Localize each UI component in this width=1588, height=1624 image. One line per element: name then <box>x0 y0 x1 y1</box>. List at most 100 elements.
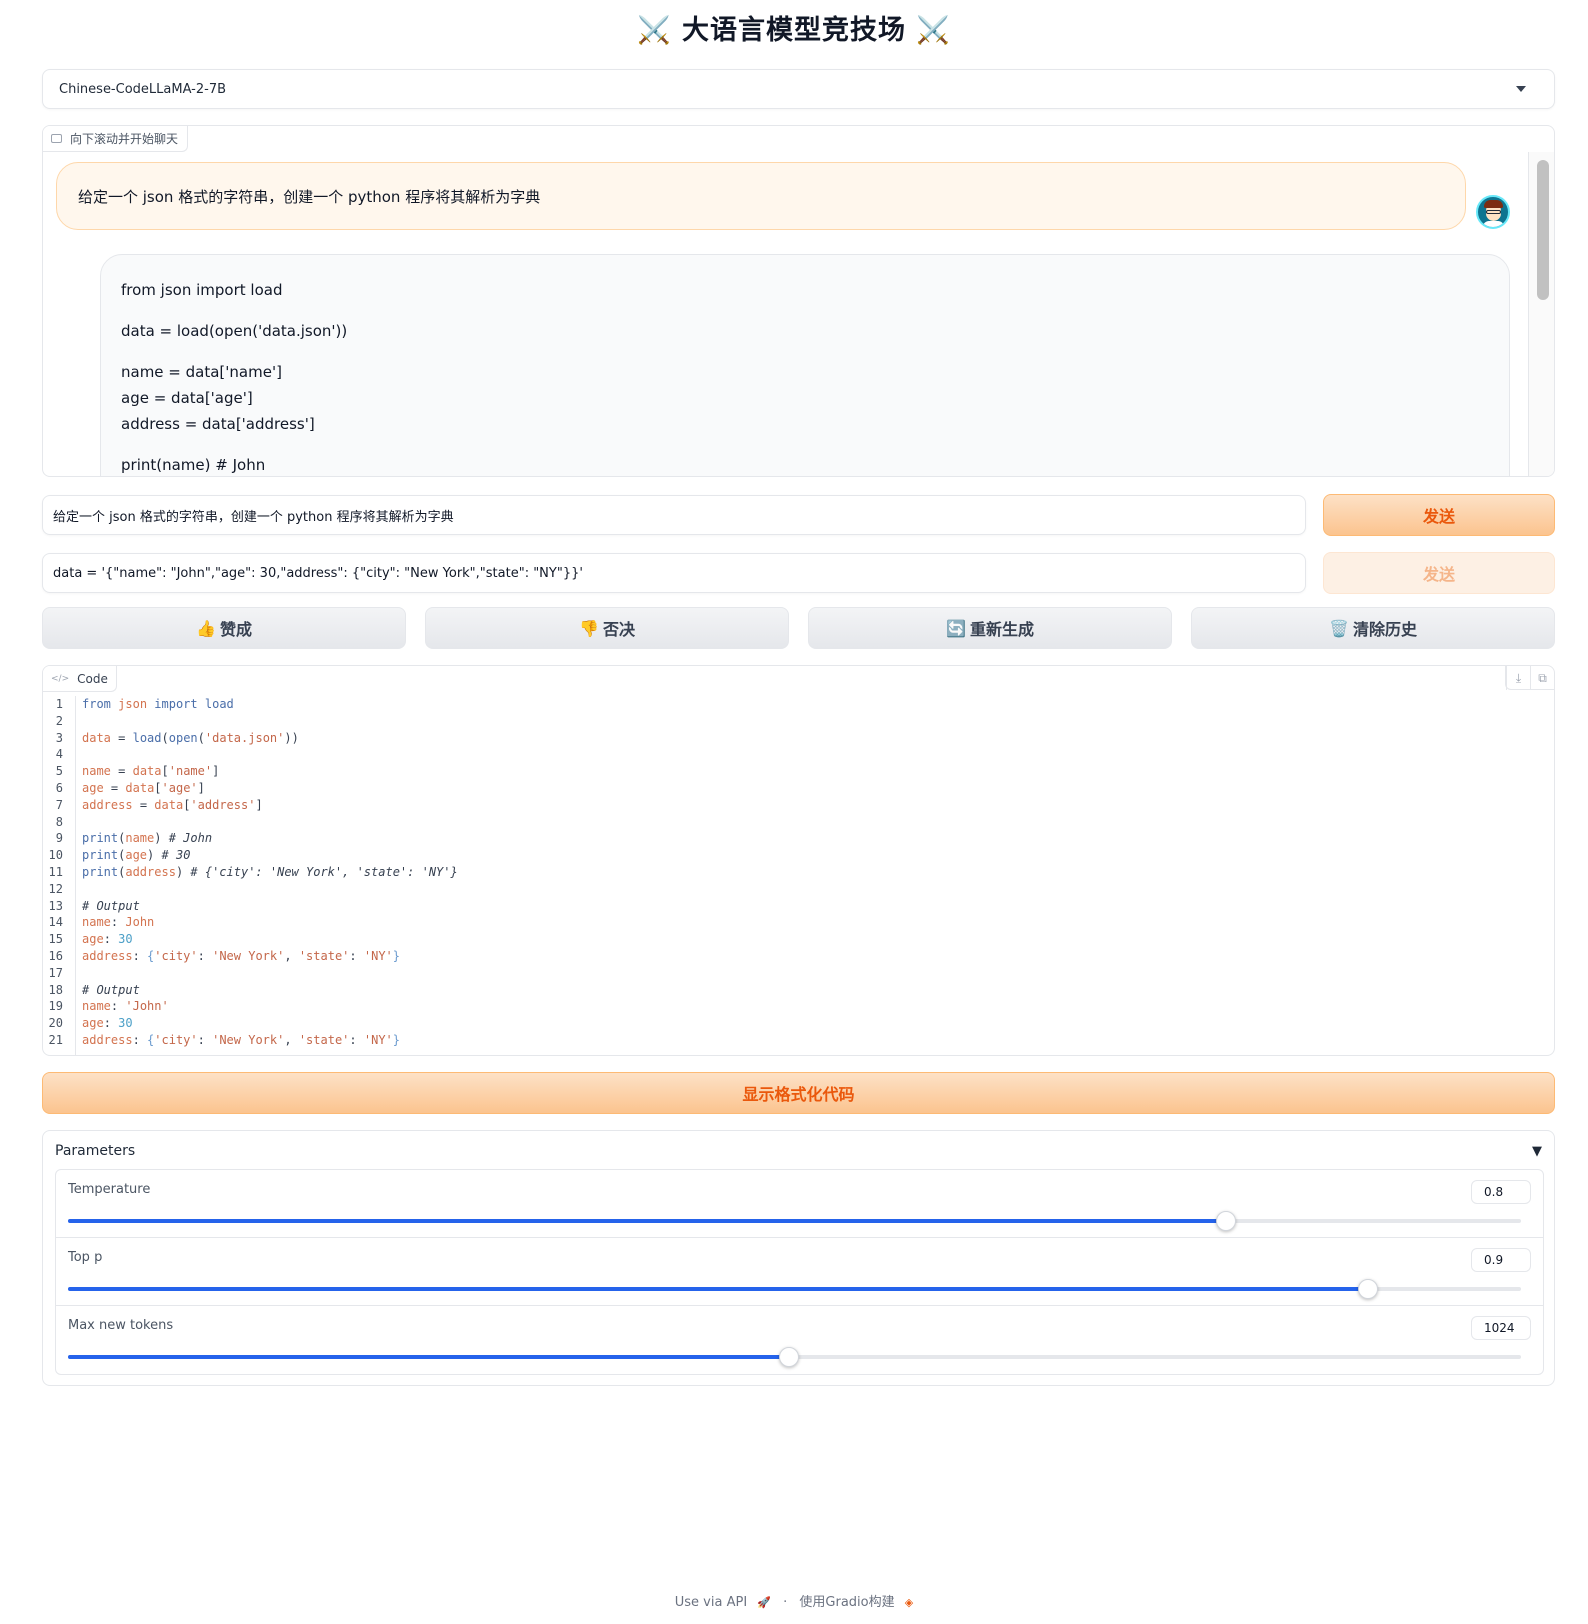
max-new-tokens-slider[interactable] <box>68 1347 1521 1367</box>
max-new-tokens-slider-block: Max new tokens 1024 <box>56 1306 1543 1374</box>
code-icon: </> <box>51 673 70 684</box>
collapse-toggle-icon[interactable]: ▼ <box>1532 1144 1542 1159</box>
line-number: 17 <box>48 965 63 980</box>
code-line: # Output <box>82 898 140 913</box>
trash-icon: 🗑️ <box>1329 618 1349 638</box>
slider-fill <box>68 1287 1369 1291</box>
code-line: address: {'city': 'New York', 'state': '… <box>82 1032 401 1047</box>
slider-fill <box>68 1355 789 1359</box>
code-line: # Output <box>82 982 140 997</box>
bot-message-line: print(name) # John <box>121 456 266 474</box>
prompt-input-b[interactable]: data = '{"name": "John","age": 30,"addre… <box>42 553 1306 593</box>
code-line: name: 'John' <box>82 999 169 1014</box>
thumbs-up-icon: 👍 <box>196 618 216 638</box>
bot-message-line: data = load(open('data.json')) <box>121 322 348 340</box>
code-label-text: Code <box>77 671 108 686</box>
use-via-api-link[interactable]: Use via API <box>675 1595 747 1610</box>
model-select[interactable]: Chinese-CodeLLaMA-2-7B <box>42 69 1555 109</box>
code-line: age: 30 <box>82 932 133 947</box>
code-line: print(age) # 30 <box>82 848 191 863</box>
chevron-down-icon <box>1516 86 1526 92</box>
gradio-logo-icon: ◈ <box>904 1596 914 1609</box>
chatbot-label-text: 向下滚动并开始聊天 <box>70 132 179 146</box>
top-p-input[interactable]: 0.9 <box>1471 1248 1531 1272</box>
top-p-label: Top p <box>68 1250 103 1265</box>
code-line: age: 30 <box>82 1016 133 1031</box>
send-button-b[interactable]: 发送 <box>1323 552 1555 594</box>
code-line: from json import load <box>82 697 234 711</box>
parameters-accordion: Parameters ▼ Temperature 0.8 Top p 0.9 M… <box>42 1130 1555 1386</box>
user-message: 给定一个 json 格式的字符串，创建一个 python 程序将其解析为字典 <box>56 162 1466 230</box>
code-viewer[interactable]: </> Code ⤓ ⧉ 1 2 3 4 5 6 7 8 9 10 11 12 13 14 15 16 17 18… <box>42 665 1555 1056</box>
chatbot[interactable]: 向下滚动并开始聊天 给定一个 json 格式的字符串，创建一个 python 程… <box>42 125 1555 477</box>
temperature-slider-block: Temperature 0.8 <box>56 1170 1543 1238</box>
chat-scrollbar-thumb[interactable] <box>1537 160 1549 300</box>
upvote-button[interactable]: 👍 赞成 <box>42 607 406 649</box>
copy-icon[interactable]: ⧉ <box>1530 666 1554 690</box>
downvote-label: 否决 <box>602 620 635 639</box>
prompt-input-b-value: data = '{"name": "John","age": 30,"addre… <box>53 565 583 581</box>
line-number: 4 <box>55 747 63 762</box>
line-number: 12 <box>48 881 63 896</box>
line-number: 11 <box>48 864 63 879</box>
temperature-label: Temperature <box>68 1182 151 1197</box>
temperature-input[interactable]: 0.8 <box>1471 1180 1531 1204</box>
line-number: 1 <box>55 697 63 711</box>
bot-message-line: name = data['name'] <box>121 363 282 381</box>
line-number: 3 <box>55 730 63 745</box>
code-line: name = data['name'] <box>82 764 220 779</box>
line-number: 15 <box>48 932 63 947</box>
line-number: 5 <box>55 764 63 779</box>
footer-separator: · <box>783 1595 788 1610</box>
send-button-a[interactable]: 发送 <box>1323 494 1555 536</box>
code-line: address: {'city': 'New York', 'state': '… <box>82 948 401 963</box>
download-icon[interactable]: ⤓ <box>1506 666 1530 690</box>
slider-fill <box>68 1219 1227 1223</box>
max-new-tokens-label: Max new tokens <box>68 1318 174 1333</box>
code-line: age = data['age'] <box>82 780 205 795</box>
code-line: print(name) # John <box>82 831 213 846</box>
rocket-icon: 🚀 <box>757 1596 771 1609</box>
top-p-slider-block: Top p 0.9 <box>56 1238 1543 1306</box>
line-number: 8 <box>55 814 63 829</box>
slider-thumb[interactable] <box>1216 1211 1237 1231</box>
line-number: 10 <box>48 848 63 863</box>
prompt-input-a-value: 给定一个 json 格式的字符串，创建一个 python 程序将其解析为字典 <box>53 509 454 525</box>
code-content[interactable]: from json import load data = load(open('… <box>82 696 458 1049</box>
clear-history-button[interactable]: 🗑️ 清除历史 <box>1191 607 1555 649</box>
line-number: 21 <box>48 1032 63 1047</box>
clear-history-label: 清除历史 <box>1352 620 1417 639</box>
show-formatted-code-button[interactable]: 显示格式化代码 <box>42 1072 1555 1114</box>
chatbot-label: 向下滚动并开始聊天 <box>43 126 189 152</box>
line-number: 2 <box>55 713 63 728</box>
bot-message-line: age = data['age'] <box>121 389 253 407</box>
line-number: 13 <box>48 898 63 913</box>
temperature-slider[interactable] <box>68 1211 1521 1231</box>
slider-thumb[interactable] <box>1358 1279 1379 1299</box>
top-p-slider[interactable] <box>68 1279 1521 1299</box>
line-number: 16 <box>48 948 63 963</box>
max-new-tokens-input[interactable]: 1024 <box>1471 1316 1531 1340</box>
downvote-button[interactable]: 👎 否决 <box>425 607 789 649</box>
line-numbers: 1 2 3 4 5 6 7 8 9 10 11 12 13 14 15 16 17 18 19 20 21 <box>43 696 76 1055</box>
code-line: address = data['address'] <box>82 797 263 812</box>
chat-scrollbar[interactable] <box>1528 152 1554 476</box>
line-number: 18 <box>48 982 63 997</box>
bot-message: from json import load data = load(open('… <box>100 254 1510 476</box>
built-with-gradio-link[interactable]: 使用Gradio构建 <box>799 1595 894 1610</box>
parameters-panel: Temperature 0.8 Top p 0.9 Max new tokens… <box>55 1169 1544 1375</box>
thumbs-down-icon: 👎 <box>579 618 599 638</box>
slider-thumb[interactable] <box>778 1347 799 1367</box>
prompt-input-a[interactable]: 给定一个 json 格式的字符串，创建一个 python 程序将其解析为字典 <box>42 495 1306 535</box>
parameters-title[interactable]: Parameters <box>55 1143 135 1159</box>
bot-message-line: from json import load <box>121 281 283 299</box>
line-number: 19 <box>48 999 63 1014</box>
code-line: print(address) # {'city': 'New York', 's… <box>82 864 458 879</box>
code-line: data = load(open('data.json')) <box>82 730 299 745</box>
line-number: 20 <box>48 1016 63 1031</box>
regenerate-button[interactable]: 🔄 重新生成 <box>808 607 1172 649</box>
